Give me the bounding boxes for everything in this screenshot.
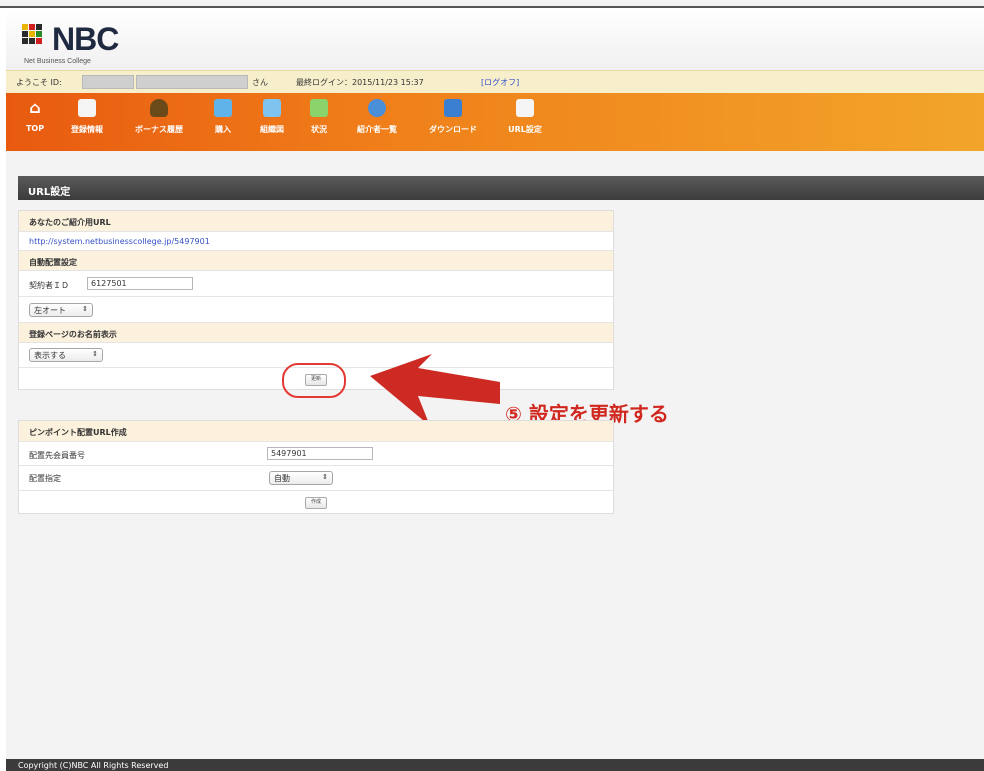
nav-label: URL設定: [508, 125, 542, 134]
logout-link[interactable]: [ログオフ]: [481, 77, 519, 88]
welcome-prefix: ようこそ ID:: [16, 78, 62, 87]
select-arrows-icon: ⇕: [92, 350, 98, 358]
logo-subtitle: Net Business College: [24, 58, 91, 65]
placement-label: 配置指定: [29, 474, 61, 483]
nav-label: 登録情報: [71, 125, 103, 134]
auto-header-row: 自動配置設定: [19, 251, 613, 271]
nav-label: 状況: [311, 125, 327, 134]
update-button-highlight: [282, 363, 346, 398]
nav-label: 紹介者一覧: [357, 125, 397, 134]
pinpoint-header: ピンポイント配置URL作成: [29, 428, 127, 437]
placement-select-value: 自動: [274, 474, 290, 483]
name-display-select[interactable]: 表示する ⇕: [29, 348, 103, 362]
nav-referrals[interactable]: 紹介者一覧: [346, 99, 408, 135]
user-id-redacted: [82, 75, 134, 89]
page-title: URL設定: [28, 187, 71, 198]
logo-text: NBC: [52, 21, 119, 57]
nav-label: ダウンロード: [429, 125, 477, 134]
users-icon: [368, 99, 386, 117]
select-arrows-icon: ⇕: [82, 305, 88, 313]
contract-id-input[interactable]: 6127501: [87, 277, 193, 290]
contract-row: 契約者ＩＤ 6127501: [19, 271, 613, 297]
document-icon: [516, 99, 534, 117]
nav-url-settings[interactable]: URL設定: [500, 99, 550, 135]
name-display-header-row: 登録ページのお名前表示: [19, 323, 613, 343]
money-bag-icon: [150, 99, 168, 117]
footer: Copyright (C)NBC All Rights Reserved: [6, 759, 984, 771]
name-display-header: 登録ページのお名前表示: [29, 330, 117, 339]
folder-icon: [214, 99, 232, 117]
url-header-row: あなたのご紹介用URL: [19, 211, 613, 232]
nav-registration[interactable]: 登録情報: [62, 99, 112, 135]
pinpoint-header-row: ピンポイント配置URL作成: [19, 421, 613, 442]
contract-id-label: 契約者ＩＤ: [29, 281, 69, 290]
url-header: あなたのご紹介用URL: [29, 218, 111, 227]
nav-top[interactable]: ⌂ TOP: [20, 98, 50, 134]
member-row: 配置先会員番号 5497901: [19, 442, 613, 466]
placement-row: 配置指定 自動 ⇕: [19, 466, 613, 491]
site-header: NBC Net Business College: [6, 8, 984, 70]
referral-url-link[interactable]: http://system.netbusinesscollege.jp/5497…: [29, 237, 210, 246]
logo-mark-icon: [22, 24, 50, 50]
welcome-bar: ようこそ ID: さん 最終ログイン：2015/11/23 15:37 [ログオ…: [6, 70, 984, 94]
welcome-suffix: さん: [252, 78, 268, 87]
nav-label: ボーナス履歴: [135, 125, 183, 134]
copyright: Copyright (C)NBC All Rights Reserved: [18, 761, 169, 770]
url-row: http://system.netbusinesscollege.jp/5497…: [19, 232, 613, 251]
page-title-bar: URL設定: [18, 176, 984, 200]
position-select-value: 左オート: [34, 306, 66, 315]
last-login: 最終ログイン：2015/11/23 15:37: [296, 78, 424, 87]
nav-download[interactable]: ダウンロード: [420, 99, 486, 135]
auto-placement-header: 自動配置設定: [29, 258, 77, 267]
org-chart-icon: [263, 99, 281, 117]
placement-select[interactable]: 自動 ⇕: [269, 471, 333, 485]
nav-label: 組織図: [260, 125, 284, 134]
select-arrows-icon: ⇕: [322, 473, 328, 481]
member-number-label: 配置先会員番号: [29, 451, 85, 460]
pinpoint-url-panel: ピンポイント配置URL作成 配置先会員番号 5497901 配置指定 自動 ⇕ …: [18, 420, 614, 514]
nav-purchase[interactable]: 購入: [206, 99, 240, 135]
create-row: 作成: [19, 491, 613, 513]
nav-org-chart[interactable]: 組織図: [252, 99, 292, 135]
logo[interactable]: NBC Net Business College: [22, 20, 142, 68]
nav-label: 購入: [215, 125, 231, 134]
position-row: 左オート ⇕: [19, 297, 613, 323]
nav-bonus-history[interactable]: ボーナス履歴: [124, 99, 194, 135]
position-select[interactable]: 左オート ⇕: [29, 303, 93, 317]
user-name-redacted: [136, 75, 248, 89]
main-nav: ⌂ TOP 登録情報 ボーナス履歴 購入 組織図 状況 紹介者一覧 ダウンロード…: [6, 93, 984, 151]
create-button[interactable]: 作成: [305, 497, 327, 509]
member-number-input[interactable]: 5497901: [267, 447, 373, 460]
chart-icon: [310, 99, 328, 117]
nav-status[interactable]: 状況: [304, 99, 334, 135]
name-display-select-value: 表示する: [34, 351, 66, 360]
download-icon: [444, 99, 462, 117]
book-icon: [78, 99, 96, 117]
nav-label: TOP: [25, 124, 45, 133]
home-icon: ⌂: [29, 98, 41, 117]
